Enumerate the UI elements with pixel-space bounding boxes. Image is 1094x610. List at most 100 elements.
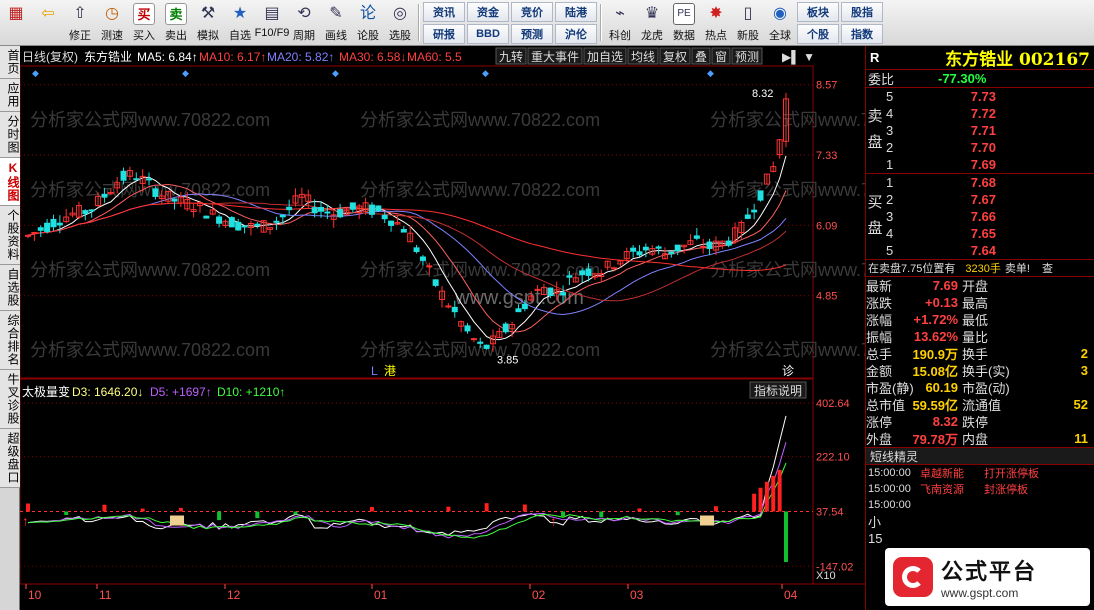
stock-name-label: 东方锆业: [84, 49, 132, 64]
chart-menu-button-1[interactable]: 重大事件: [531, 50, 579, 64]
tb2-button-5[interactable]: ◉ 全球: [764, 0, 796, 45]
toolbar-small-button[interactable]: 股指: [841, 1, 883, 22]
gspt-brand-badge: 公式平台 www.gspt.com: [885, 548, 1090, 606]
tb1-button-11[interactable]: 论论股: [352, 0, 384, 45]
indicator-name[interactable]: 太极量变: [22, 384, 70, 399]
toolbar-small-button[interactable]: 个股: [797, 23, 839, 44]
tb1-button-9[interactable]: ⟲ 周期: [288, 0, 320, 45]
left-tab-0[interactable]: 首页: [0, 46, 20, 79]
order-book-row[interactable]: 3 7.71: [866, 122, 1094, 139]
order-book-row[interactable]: 1 7.68: [866, 174, 1094, 191]
tb2-button-4[interactable]: ▯ 新股: [732, 0, 764, 45]
tb1-button-7[interactable]: ★ 自选: [224, 0, 256, 45]
order-price: 7.68: [970, 175, 996, 190]
sprite-row[interactable]: 15:00:00: [866, 497, 1094, 513]
order-level: 1: [886, 157, 894, 172]
sprite-row[interactable]: 15:00:00 卓越新能 打开涨停板: [866, 465, 1094, 481]
pending-text: 在卖盘7.75位置有: [868, 263, 956, 275]
tb1-button-0[interactable]: ▦: [0, 0, 32, 45]
chart-menu-button-2[interactable]: 加自选: [587, 50, 623, 64]
chart-menu-button-4[interactable]: 复权: [663, 50, 687, 64]
tb1-button-2[interactable]: ⇧ 修正: [64, 0, 96, 45]
sprite-row[interactable]: 15:00:00 飞南资源 封涨停板: [866, 481, 1094, 497]
left-tab-8[interactable]: 超级盘口: [0, 429, 20, 488]
toolbar-small-button[interactable]: 预测: [511, 23, 553, 44]
order-price: 7.69: [970, 157, 996, 172]
order-price: 7.71: [970, 123, 996, 138]
tb2-button-3[interactable]: ✸ 热点: [700, 0, 732, 45]
indicator-tick-0: 402.64: [816, 398, 850, 410]
left-tab-1[interactable]: 应用: [0, 79, 20, 112]
candle-body: [674, 244, 681, 252]
event-diamond-icon[interactable]: ◆: [32, 68, 39, 78]
left-tab-4[interactable]: 个股资料: [0, 206, 20, 265]
kline-chart-area[interactable]: 日线(复权) 东方锆业 MA5: 6.84↑ MA10: 6.17↑ MA20: 5…: [19, 46, 950, 610]
tb1-button-5[interactable]: 卖卖出: [160, 0, 192, 45]
order-book-row[interactable]: 3 7.66: [866, 208, 1094, 225]
toolbar-small-button[interactable]: 研报: [423, 23, 465, 44]
chart-menu-button-5[interactable]: 叠: [695, 50, 707, 64]
ma-label-3: MA30: 6.58↓: [339, 50, 406, 64]
quote-header: R 东方锆业 002167: [866, 46, 1094, 70]
order-book-row[interactable]: 4 7.65: [866, 225, 1094, 242]
tb1-button-1[interactable]: ⇦: [32, 0, 64, 45]
left-tab-2[interactable]: 分时图: [0, 112, 20, 158]
chart-nav-arrows-icon[interactable]: ▶▌ ▼: [782, 50, 815, 65]
left-tab-3[interactable]: K线图: [0, 158, 20, 206]
toolbar-small-button[interactable]: 指数: [841, 23, 883, 44]
dragon-icon: ♛: [644, 5, 660, 22]
pending-more-link[interactable]: 查: [1042, 260, 1053, 276]
left-tab-5[interactable]: 自选股: [0, 265, 20, 311]
left-tab-7[interactable]: 牛叉诊股: [0, 370, 20, 429]
tb1-button-6[interactable]: ⚒ 模拟: [192, 0, 224, 45]
marker-diagnose[interactable]: 诊: [782, 364, 794, 378]
chart-menu-button-3[interactable]: 均线: [631, 50, 655, 64]
tb1-button-12[interactable]: ◎ 选股: [384, 0, 416, 45]
signal-arrow-icon: ↑: [550, 514, 557, 529]
tb2-button-2[interactable]: PE 数据: [668, 0, 700, 45]
tb1-button-4[interactable]: 买买入: [128, 0, 160, 45]
toolbar-small-button[interactable]: BBD: [467, 23, 509, 44]
sprite-stock[interactable]: 飞南资源: [920, 481, 984, 497]
left-tab-6[interactable]: 综合排名: [0, 311, 20, 370]
indicator-histogram-bar: [102, 504, 107, 512]
indicator-histogram-bar: [675, 511, 680, 516]
order-book-row[interactable]: 5 7.64: [866, 242, 1094, 259]
indicator-explain-button[interactable]: 指标说明: [754, 383, 802, 398]
event-diamond-icon[interactable]: ◆: [482, 68, 489, 78]
indicator-d10: D10: +1210↑: [217, 385, 285, 399]
event-diamond-icon[interactable]: ◆: [332, 68, 339, 78]
order-book-row[interactable]: 1 7.69: [866, 156, 1094, 173]
grid-icon: ▦: [8, 5, 24, 22]
tb1-button-3[interactable]: ◷ 测速: [96, 0, 128, 45]
signal-badge-icon: [170, 515, 184, 526]
toolbar-label: 卖出: [165, 30, 187, 42]
order-book-row[interactable]: 5 7.73: [866, 88, 1094, 105]
toolbar-small-button[interactable]: 沪伦: [555, 23, 597, 44]
event-diamond-icon[interactable]: ◆: [182, 68, 189, 78]
sprite-stock[interactable]: 卓越新能: [920, 465, 984, 481]
chart-menu-button-0[interactable]: 九转: [499, 49, 523, 64]
candle-body: [744, 214, 751, 219]
event-diamond-icon[interactable]: ◆: [707, 68, 714, 78]
toolbar-small-button[interactable]: 板块: [797, 1, 839, 22]
chart-menu-button-6[interactable]: 窗: [715, 50, 727, 64]
tb1-button-8[interactable]: ▤ F10/F9: [255, 0, 290, 45]
order-book-row[interactable]: 4 7.72: [866, 105, 1094, 122]
f10-icon: ▤: [264, 5, 280, 22]
order-book-row[interactable]: 2 7.70: [866, 139, 1094, 156]
kline-chart-svg[interactable]: 日线(复权) 东方锆业 MA5: 6.84↑ MA10: 6.17↑ MA20: 5…: [19, 46, 950, 610]
tb2-button-0[interactable]: ⌁ 科创: [604, 0, 636, 45]
candle-body: [419, 256, 426, 261]
toolbar-small-button[interactable]: 资金: [467, 1, 509, 22]
candle-body: [120, 170, 127, 181]
tb1-button-10[interactable]: ✎ 画线: [320, 0, 352, 45]
toolbar-small-button[interactable]: 竞价: [511, 1, 553, 22]
watermark-text: 分析家公式网www.70822.com: [30, 340, 270, 360]
toolbar-small-button[interactable]: 资讯: [423, 1, 465, 22]
pe-icon: PE: [673, 3, 695, 25]
chart-menu-button-7[interactable]: 预测: [735, 50, 759, 64]
order-book-row[interactable]: 2 7.67: [866, 191, 1094, 208]
toolbar-small-button[interactable]: 陆港: [555, 1, 597, 22]
tb2-button-1[interactable]: ♛ 龙虎: [636, 0, 668, 45]
